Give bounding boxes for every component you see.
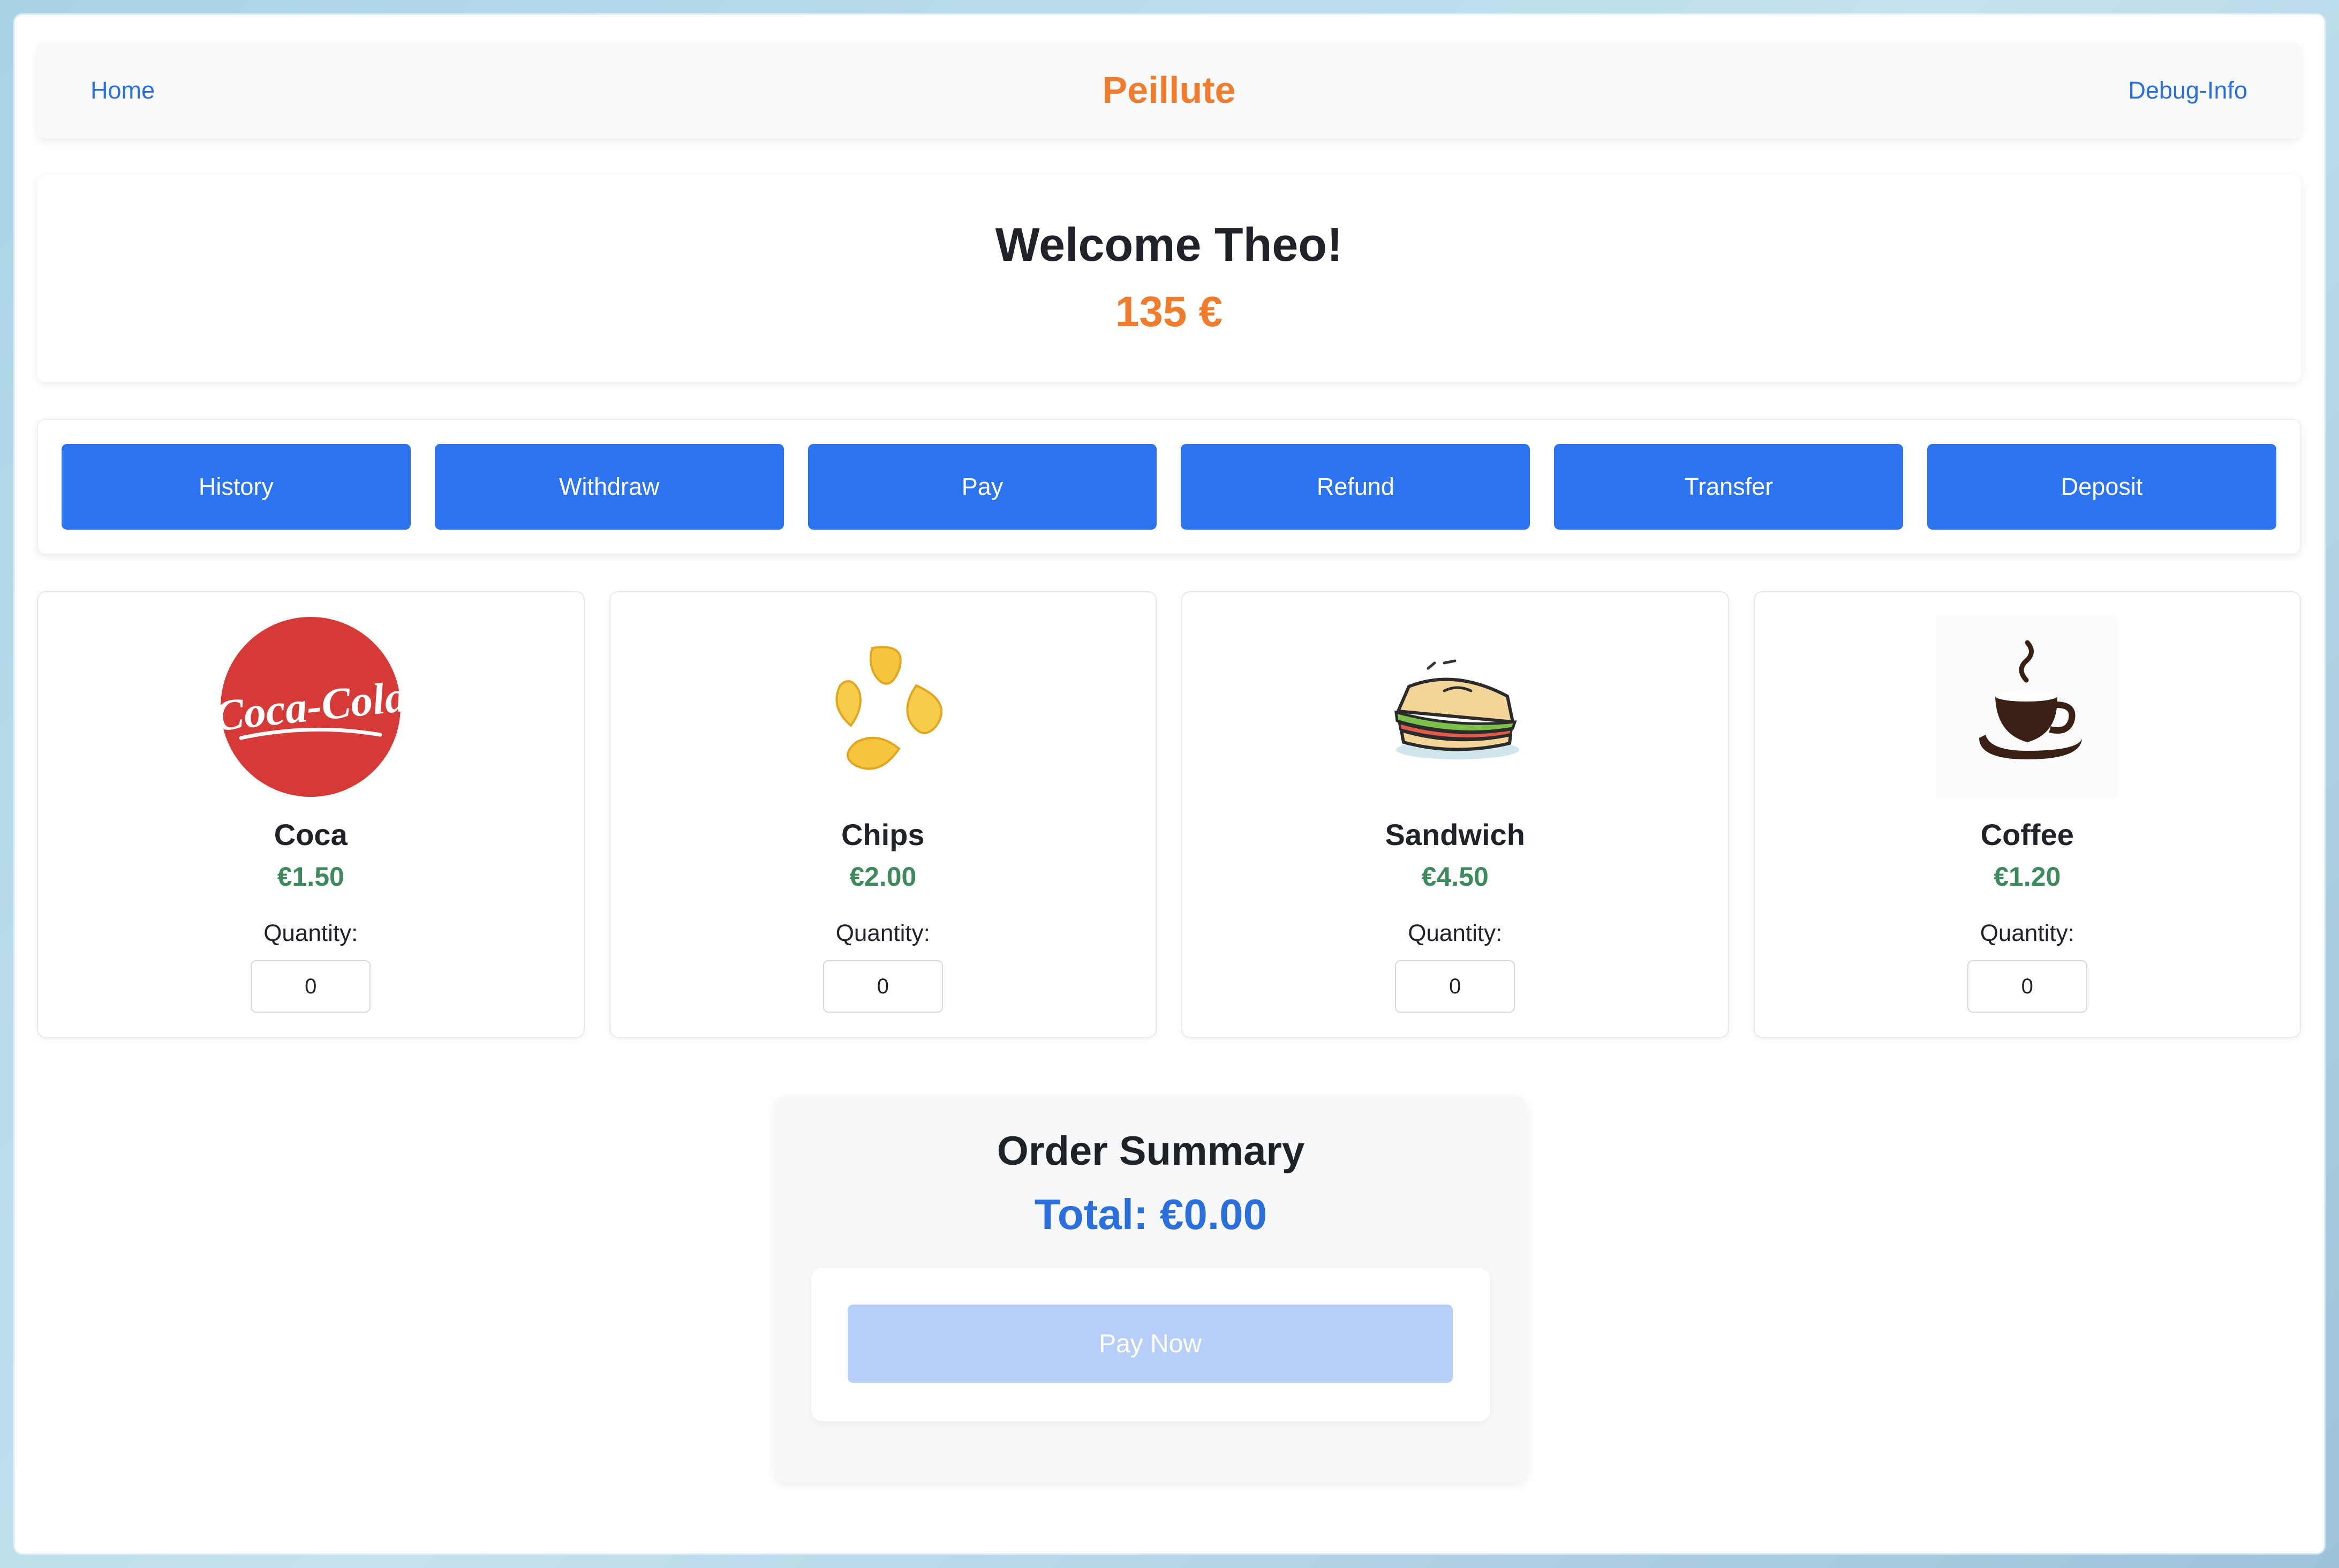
coca-cola-logo: Coca-Cola [220,617,402,797]
product-price: €4.50 [1421,862,1489,892]
chips-icon [835,646,942,770]
product-name: Chips [841,818,925,851]
navbar: Home Peillute Debug-Info [37,42,2301,139]
page-content: Home Peillute Debug-Info Welcome Theo! 1… [37,42,2301,1038]
debug-info-link[interactable]: Debug-Info [2128,42,2247,139]
product-name: Coca [274,818,348,851]
order-summary-title: Order Summary [997,1128,1305,1174]
product-card-coffee: Coffee €1.20 Quantity: [1753,591,2301,1038]
history-button[interactable]: History [62,444,411,530]
product-card-sandwich: Sandwich €4.50 Quantity: [1181,591,1729,1038]
product-price: €2.00 [849,862,917,892]
order-total: Total: €0.00 [1034,1190,1267,1238]
order-summary: Order Summary Total: €0.00 Pay Now [774,1096,1528,1482]
coffee-cup-icon [1936,616,2118,798]
action-bar: History Withdraw Pay Refund Transfer Dep… [37,419,2301,555]
quantity-input-sandwich[interactable] [1395,960,1515,1013]
quantity-input-coffee[interactable] [1967,960,2087,1013]
quantity-input-coca[interactable] [251,960,371,1013]
quantity-label: Quantity: [1980,920,2074,946]
transfer-button[interactable]: Transfer [1554,444,1904,530]
quantity-input-chips[interactable] [823,960,943,1013]
pay-box: Pay Now [811,1268,1490,1421]
quantity-label: Quantity: [1408,920,1503,946]
brand-title: Peillute [1102,69,1236,111]
product-card-chips: Chips €2.00 Quantity: [609,591,1157,1038]
product-price: €1.50 [277,862,344,892]
quantity-label: Quantity: [835,920,930,946]
welcome-card: Welcome Theo! 135 € [37,175,2301,382]
welcome-title: Welcome Theo! [995,218,1343,271]
balance-amount: 135 € [1115,288,1223,335]
quantity-label: Quantity: [263,920,358,946]
sandwich-icon [1394,659,1520,759]
product-card-coca: Coca-Cola Coca €1.50 Quantity: [37,591,585,1038]
product-price: €1.20 [1994,862,2061,892]
product-name: Coffee [1980,818,2074,851]
app-window: Home Peillute Debug-Info Welcome Theo! 1… [15,15,2324,1553]
product-name: Sandwich [1385,818,1525,851]
refund-button[interactable]: Refund [1181,444,1530,530]
pay-button[interactable]: Pay [808,444,1157,530]
withdraw-button[interactable]: Withdraw [434,444,784,530]
pay-now-button[interactable]: Pay Now [848,1305,1453,1383]
product-grid: Coca-Cola Coca €1.50 Quantity: Chips €2.… [37,591,2301,1038]
deposit-button[interactable]: Deposit [1927,444,2276,530]
